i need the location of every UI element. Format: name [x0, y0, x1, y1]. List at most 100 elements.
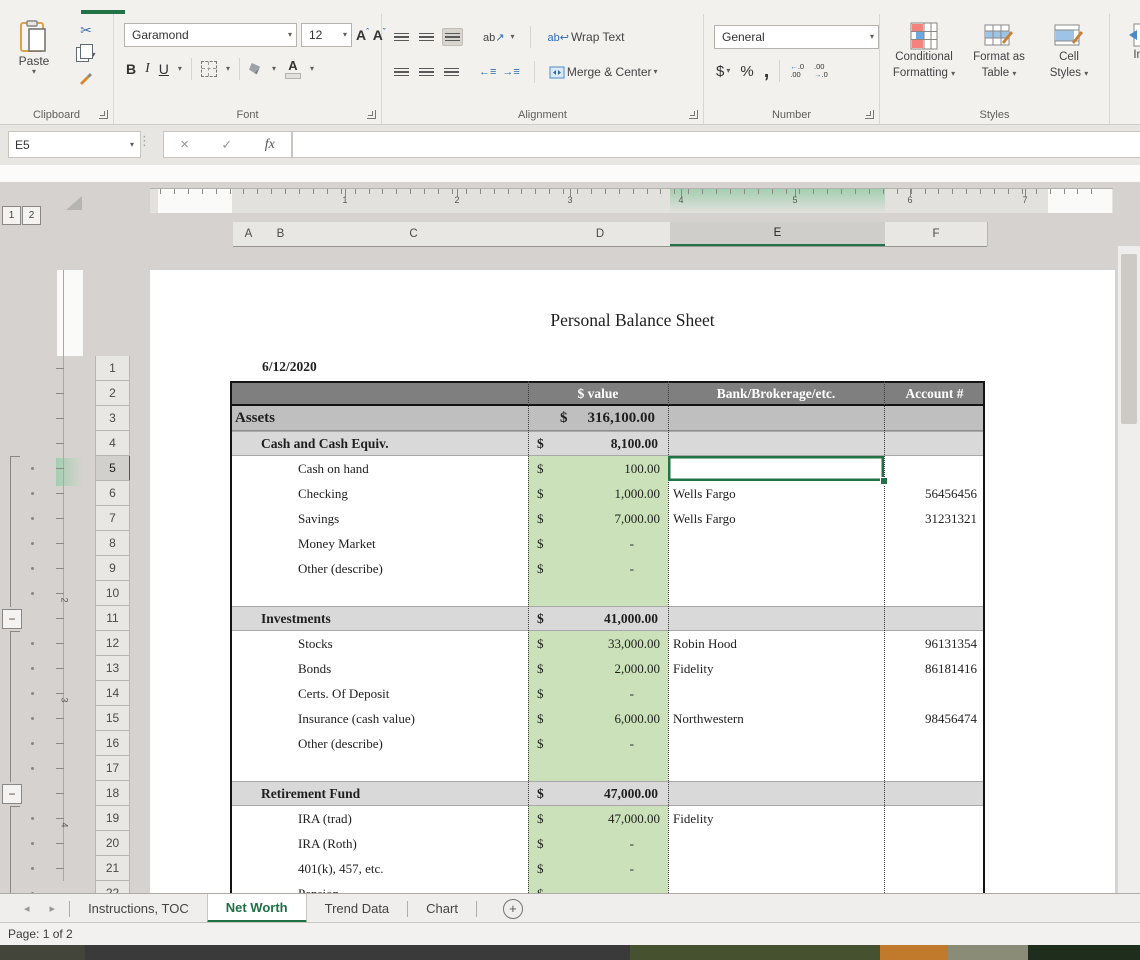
- row-header-20[interactable]: 20: [95, 831, 130, 856]
- cell-bank-r12[interactable]: Robin Hood: [668, 631, 884, 656]
- row-header-13[interactable]: 13: [95, 656, 130, 681]
- name-box[interactable]: E5 ▾: [8, 131, 141, 158]
- cell-account-r11[interactable]: [884, 607, 985, 630]
- cell-account-r12[interactable]: 96131354: [884, 631, 985, 656]
- cell-account-r5[interactable]: [884, 456, 985, 481]
- cell-bank-r5[interactable]: [668, 456, 884, 481]
- cell-label-r4[interactable]: Cash and Cash Equiv.: [230, 432, 528, 455]
- paste-button[interactable]: Paste ▾: [8, 20, 60, 102]
- row-header-18[interactable]: 18: [95, 781, 130, 806]
- cell-account-r7[interactable]: 31231321: [884, 506, 985, 531]
- decrease-decimal-button[interactable]: .00→.0: [814, 63, 828, 80]
- cell-bank-r4[interactable]: [668, 432, 884, 455]
- align-right-button[interactable]: [442, 64, 461, 80]
- borders-icon[interactable]: [201, 61, 217, 77]
- cell-label-r13[interactable]: Bonds: [230, 656, 528, 681]
- cell-account-r10[interactable]: [884, 581, 985, 606]
- cell-value-r21[interactable]: $-: [528, 856, 668, 881]
- clipboard-dialog-launcher[interactable]: [99, 110, 108, 119]
- conditional-formatting-button[interactable]: Conditional Formatting ▾: [886, 22, 962, 81]
- cell-bank-r11[interactable]: [668, 607, 884, 630]
- header-cell-bank[interactable]: Bank/Brokerage/etc.: [668, 383, 884, 404]
- align-center-button[interactable]: [417, 64, 436, 80]
- cut-button[interactable]: ✂: [64, 22, 108, 39]
- outline-collapse-button-2[interactable]: −: [2, 784, 22, 804]
- vertical-scrollbar[interactable]: [1117, 246, 1140, 893]
- row-header-11[interactable]: 11: [95, 606, 130, 631]
- borders-caret[interactable]: ▾: [226, 65, 230, 73]
- cell-bank-r19[interactable]: Fidelity: [668, 806, 884, 831]
- font-color-button[interactable]: A: [285, 59, 301, 79]
- cell-bank-r22[interactable]: [668, 881, 884, 893]
- prev-sheet-button[interactable]: ◂: [24, 902, 30, 915]
- cell-account-r3[interactable]: [884, 406, 985, 430]
- name-box-caret[interactable]: ▾: [130, 141, 134, 149]
- cell-value-r9[interactable]: $-: [528, 556, 668, 581]
- cell-label-r3[interactable]: Assets: [230, 406, 533, 430]
- cell-label-r14[interactable]: Certs. Of Deposit: [230, 681, 528, 706]
- cell-label-r20[interactable]: IRA (Roth): [230, 831, 528, 856]
- sheet-tab-trend-data[interactable]: Trend Data: [307, 894, 408, 923]
- cell-account-r6[interactable]: 56456456: [884, 481, 985, 506]
- cell-bank-r7[interactable]: Wells Fargo: [668, 506, 884, 531]
- underline-caret[interactable]: ▾: [178, 65, 182, 73]
- align-middle-button[interactable]: [417, 29, 436, 45]
- row-header-17[interactable]: 17: [95, 756, 130, 781]
- enter-button[interactable]: ✓: [221, 137, 232, 153]
- alignment-dialog-launcher[interactable]: [689, 110, 698, 119]
- number-dialog-launcher[interactable]: [865, 110, 874, 119]
- outline-level-1-button[interactable]: 1: [2, 206, 21, 225]
- cell-value-r19[interactable]: $47,000.00: [528, 806, 668, 831]
- cell-account-r13[interactable]: 86181416: [884, 656, 985, 681]
- outline-level-2-button[interactable]: 2: [22, 206, 41, 225]
- accounting-format-button[interactable]: $▾: [716, 63, 730, 80]
- cell-bank-r16[interactable]: [668, 731, 884, 756]
- header-cell-account[interactable]: Account #: [884, 383, 985, 404]
- row-header-21[interactable]: 21: [95, 856, 130, 881]
- row-header-3[interactable]: 3: [95, 406, 130, 431]
- sheet-tab-chart[interactable]: Chart: [408, 894, 476, 923]
- new-sheet-button[interactable]: +: [503, 894, 523, 923]
- cell-account-r20[interactable]: [884, 831, 985, 856]
- cell-value-r16[interactable]: $-: [528, 731, 668, 756]
- cell-account-r14[interactable]: [884, 681, 985, 706]
- cell-value-r6[interactable]: $1,000.00: [528, 481, 668, 506]
- row-header-22[interactable]: 22: [95, 881, 130, 893]
- align-left-button[interactable]: [392, 64, 411, 80]
- cell-label-r19[interactable]: IRA (trad): [230, 806, 528, 831]
- cell-label-r7[interactable]: Savings: [230, 506, 528, 531]
- cell-label-r6[interactable]: Checking: [230, 481, 528, 506]
- insert-cells-button[interactable]: Ins: [1116, 22, 1140, 64]
- column-header-E[interactable]: E: [670, 222, 886, 246]
- fill-color-caret[interactable]: ▾: [272, 65, 276, 73]
- fill-handle[interactable]: [880, 477, 888, 485]
- bold-button[interactable]: B: [126, 61, 136, 77]
- cell-label-r22[interactable]: Pension: [230, 881, 528, 893]
- cell-label-r10[interactable]: [230, 581, 528, 606]
- increase-indent-button[interactable]: →≡: [502, 66, 519, 78]
- formula-input[interactable]: [292, 131, 1140, 158]
- cell-account-r21[interactable]: [884, 856, 985, 881]
- row-header-14[interactable]: 14: [95, 681, 130, 706]
- cell-account-r22[interactable]: [884, 881, 985, 893]
- row-header-16[interactable]: 16: [95, 731, 130, 756]
- cell-value-r4[interactable]: $8,100.00: [528, 432, 668, 455]
- format-as-table-button[interactable]: Format as Table ▾: [966, 22, 1032, 81]
- cell-value-r8[interactable]: $-: [528, 531, 668, 556]
- cell-bank-r13[interactable]: Fidelity: [668, 656, 884, 681]
- cell-account-r19[interactable]: [884, 806, 985, 831]
- cell-bank-r15[interactable]: Northwestern: [668, 706, 884, 731]
- cell-label-r15[interactable]: Insurance (cash value): [230, 706, 528, 731]
- header-cell-label[interactable]: [230, 383, 528, 404]
- cell-value-r12[interactable]: $33,000.00: [528, 631, 668, 656]
- cell-value-r3[interactable]: $316,100.00: [528, 406, 668, 430]
- next-sheet-button[interactable]: ▸: [50, 902, 56, 915]
- cell-value-r5[interactable]: $100.00: [528, 456, 668, 481]
- cell-label-r21[interactable]: 401(k), 457, etc.: [230, 856, 528, 881]
- cell-value-r20[interactable]: $-: [528, 831, 668, 856]
- column-header-C[interactable]: C: [297, 222, 531, 246]
- wrap-text-button[interactable]: ab↩ Wrap Text: [547, 30, 624, 44]
- row-header-7[interactable]: 7: [95, 506, 130, 531]
- cell-label-r8[interactable]: Money Market: [230, 531, 528, 556]
- comma-style-button[interactable]: ,: [764, 66, 770, 76]
